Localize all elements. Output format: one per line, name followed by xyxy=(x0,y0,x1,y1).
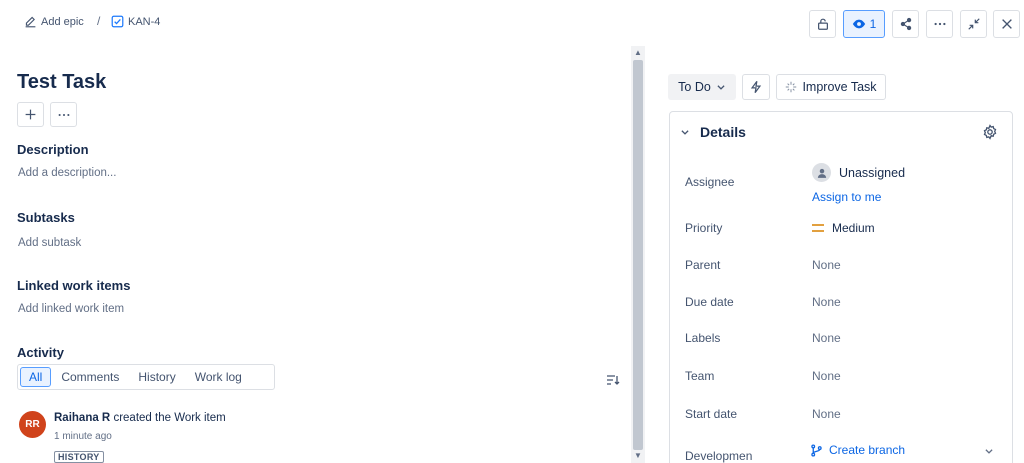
team-value[interactable]: None xyxy=(812,369,841,383)
improve-task-label: Improve Task xyxy=(802,80,877,94)
watch-button[interactable]: 1 xyxy=(843,10,885,38)
status-label: To Do xyxy=(678,80,711,94)
status-dropdown[interactable]: To Do xyxy=(668,74,736,100)
activity-entry-text: Raihana R created the Work item xyxy=(54,412,226,424)
close-button[interactable] xyxy=(993,10,1020,38)
gear-icon[interactable] xyxy=(982,124,998,140)
team-label: Team xyxy=(685,369,715,383)
scrollbar-thumb[interactable] xyxy=(633,60,643,450)
due-date-value[interactable]: None xyxy=(812,295,841,309)
details-heading: Details xyxy=(700,124,746,140)
unlock-icon xyxy=(817,18,828,30)
scroll-up-arrow-icon[interactable]: ▲ xyxy=(634,49,642,57)
add-epic-link[interactable]: Add epic xyxy=(24,15,84,28)
improve-task-button[interactable]: Improve Task xyxy=(776,74,886,100)
plus-icon xyxy=(25,109,36,120)
automation-button[interactable] xyxy=(742,74,770,100)
task-checkbox-icon xyxy=(111,15,124,28)
priority-medium-icon xyxy=(812,224,824,232)
assignee-field[interactable]: Unassigned xyxy=(812,163,905,182)
close-icon xyxy=(1001,19,1012,29)
collapse-arrows-icon xyxy=(967,18,980,30)
minimize-button[interactable] xyxy=(960,10,987,38)
top-bar: Add epic / KAN-4 1 xyxy=(0,0,1024,46)
avatar: RR xyxy=(19,411,46,438)
subtasks-heading: Subtasks xyxy=(17,210,75,225)
lock-button[interactable] xyxy=(809,10,836,38)
create-branch-label: Create branch xyxy=(829,443,906,457)
breadcrumb-separator: / xyxy=(97,14,101,28)
assignee-label: Assignee xyxy=(685,175,735,189)
tab-comments[interactable]: Comments xyxy=(52,367,128,387)
activity-author[interactable]: Raihana R xyxy=(54,412,110,424)
activity-action: created the Work item xyxy=(113,412,226,424)
details-toggle[interactable]: Details xyxy=(680,124,746,140)
priority-value: Medium xyxy=(832,221,875,235)
more-horizontal-icon xyxy=(58,113,69,116)
more-horizontal-icon xyxy=(933,22,946,26)
labels-label: Labels xyxy=(685,331,721,345)
tab-all[interactable]: All xyxy=(20,367,52,387)
linked-items-heading: Linked work items xyxy=(17,278,131,293)
assign-to-me-link[interactable]: Assign to me xyxy=(812,190,881,204)
assignee-value: Unassigned xyxy=(839,165,906,180)
user-icon xyxy=(812,163,831,182)
labels-value[interactable]: None xyxy=(812,331,841,345)
more-content-button[interactable] xyxy=(50,102,77,127)
parent-label: Parent xyxy=(685,258,721,272)
activity-heading: Activity xyxy=(17,345,64,360)
chevron-down-icon xyxy=(681,130,689,135)
more-actions-button[interactable] xyxy=(926,10,953,38)
add-subtask-link[interactable]: Add subtask xyxy=(18,237,81,249)
share-icon xyxy=(900,17,911,31)
history-badge: HISTORY xyxy=(54,451,104,463)
activity-tabs: All Comments History Work log xyxy=(17,364,275,390)
tab-work-log[interactable]: Work log xyxy=(186,367,251,387)
issue-title[interactable]: Test Task xyxy=(17,71,106,94)
eye-icon xyxy=(852,19,865,29)
parent-value[interactable]: None xyxy=(812,258,841,272)
activity-timestamp: 1 minute ago xyxy=(54,431,112,442)
sort-icon[interactable] xyxy=(605,372,621,388)
priority-label: Priority xyxy=(685,221,723,235)
issue-key-label: KAN-4 xyxy=(128,15,161,28)
tab-history[interactable]: History xyxy=(129,367,184,387)
chevron-down-icon xyxy=(717,85,725,90)
description-field[interactable]: Add a description... xyxy=(18,167,116,179)
details-panel: Details Assignee Unassigned Assign to me… xyxy=(669,111,1013,463)
share-button[interactable] xyxy=(892,10,919,38)
scroll-down-arrow-icon[interactable]: ▼ xyxy=(634,452,642,460)
description-heading: Description xyxy=(17,142,89,157)
start-date-value[interactable]: None xyxy=(812,407,841,421)
development-label: Developmen xyxy=(685,449,753,463)
priority-field[interactable]: Medium xyxy=(812,221,875,235)
create-branch-link[interactable]: Create branch xyxy=(810,443,905,457)
edit-icon xyxy=(25,16,36,28)
due-date-label: Due date xyxy=(685,295,734,309)
start-date-label: Start date xyxy=(685,407,738,421)
lightning-icon xyxy=(750,80,762,94)
branch-icon xyxy=(811,443,822,457)
issue-main-panel: Test Task Description Add a description.… xyxy=(0,46,630,463)
issue-key-link[interactable]: KAN-4 xyxy=(111,15,160,28)
add-linked-item-link[interactable]: Add linked work item xyxy=(18,303,124,315)
add-epic-label: Add epic xyxy=(41,15,84,28)
add-content-button[interactable] xyxy=(17,102,44,127)
chevron-down-icon[interactable] xyxy=(984,446,994,456)
watch-count: 1 xyxy=(869,17,877,31)
sparkle-icon xyxy=(786,81,797,93)
